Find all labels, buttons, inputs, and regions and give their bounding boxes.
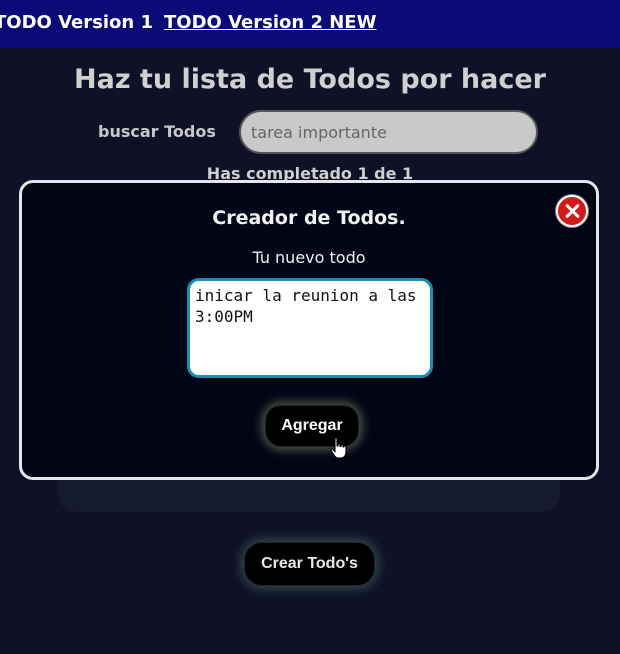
nav-link-version-1[interactable]: TODO Version 1 xyxy=(0,12,153,33)
close-icon[interactable] xyxy=(556,195,588,227)
new-todo-label: Tu nuevo todo xyxy=(252,248,366,267)
search-input[interactable] xyxy=(239,110,538,154)
top-navigation: TODO Version 1 TODO Version 2 NEW xyxy=(0,0,620,48)
modal-title: Creador de Todos. xyxy=(212,207,406,229)
page-title: Haz tu lista de Todos por hacer xyxy=(74,64,546,95)
new-todo-textarea[interactable]: inicar la reunion a las 3:00PM xyxy=(187,278,433,378)
search-label: buscar Todos xyxy=(98,122,216,141)
todo-creator-modal: Creador de Todos. Tu nuevo todo inicar l… xyxy=(19,180,599,480)
hand-cursor-icon xyxy=(330,437,347,459)
create-todos-button[interactable]: Crear Todo's xyxy=(244,542,375,586)
nav-link-version-2[interactable]: TODO Version 2 NEW xyxy=(164,12,376,33)
